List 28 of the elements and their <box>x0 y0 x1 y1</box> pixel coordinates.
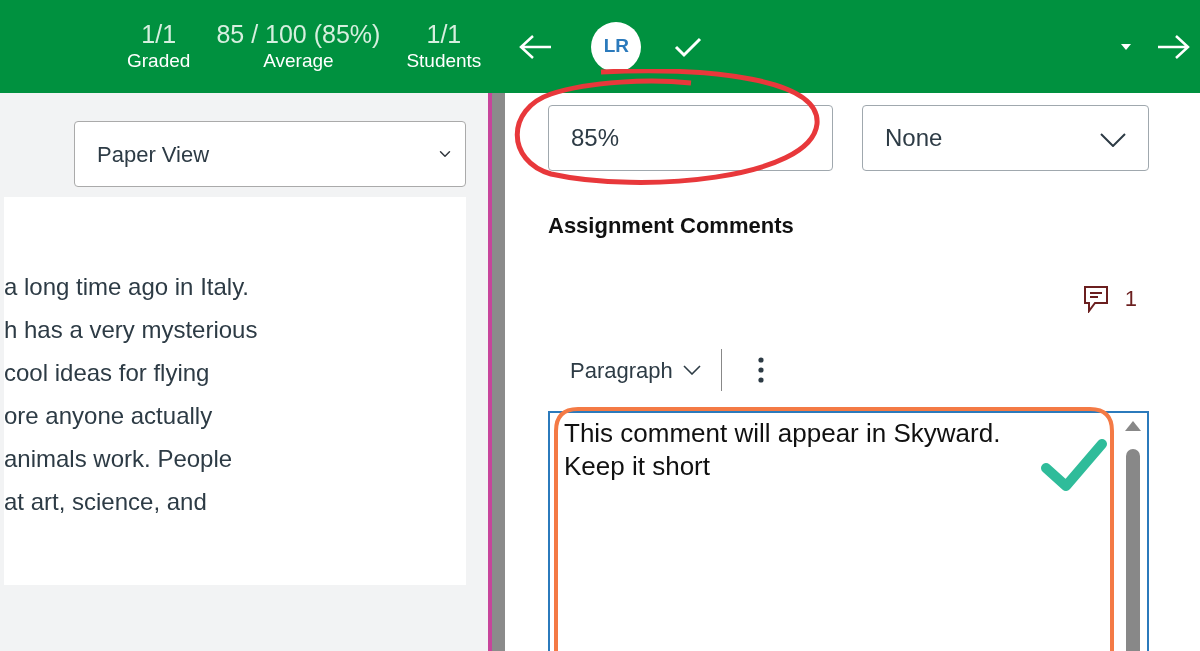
comment-field[interactable]: This comment will appear in Skyward. Keep it short <box>548 411 1149 651</box>
comment-icon <box>1082 284 1109 313</box>
document-text-line: at art, science, and <box>4 487 208 517</box>
stat-label: Students <box>406 49 482 74</box>
next-arrow-icon[interactable] <box>1156 32 1192 61</box>
grade-field[interactable]: 85% <box>548 105 833 171</box>
document-text-line: animals work. People <box>4 444 234 474</box>
document-text-line: h has a very mysterious <box>4 315 259 345</box>
comment-count: 1 <box>1124 285 1137 313</box>
chevron-down-icon <box>1100 132 1126 147</box>
previous-arrow-icon[interactable] <box>517 32 554 61</box>
chevron-down-icon <box>682 365 701 375</box>
stat-value: 85 / 100 (85%) <box>216 19 381 50</box>
status-select[interactable]: None <box>862 105 1149 171</box>
stat-value: 1/1 <box>426 19 462 50</box>
stat-label: Average <box>263 49 334 74</box>
document-text-line: cool ideas for flying <box>4 358 211 388</box>
block-format-dropdown[interactable]: Paragraph <box>548 353 711 387</box>
stat-label: Graded <box>127 49 191 74</box>
section-heading: Assignment Comments <box>548 212 795 240</box>
view-select[interactable]: Paper View <box>74 121 466 187</box>
stat-value: 1/1 <box>141 19 177 50</box>
more-options-icon[interactable] <box>757 357 764 383</box>
document-text-line: ore anyone actually <box>4 401 214 431</box>
check-mark-icon <box>1040 436 1108 492</box>
student-avatar[interactable]: LR <box>591 21 642 72</box>
scroll-up-icon[interactable] <box>1125 421 1141 431</box>
document-text-line: a long time ago in Italy. <box>4 272 251 302</box>
